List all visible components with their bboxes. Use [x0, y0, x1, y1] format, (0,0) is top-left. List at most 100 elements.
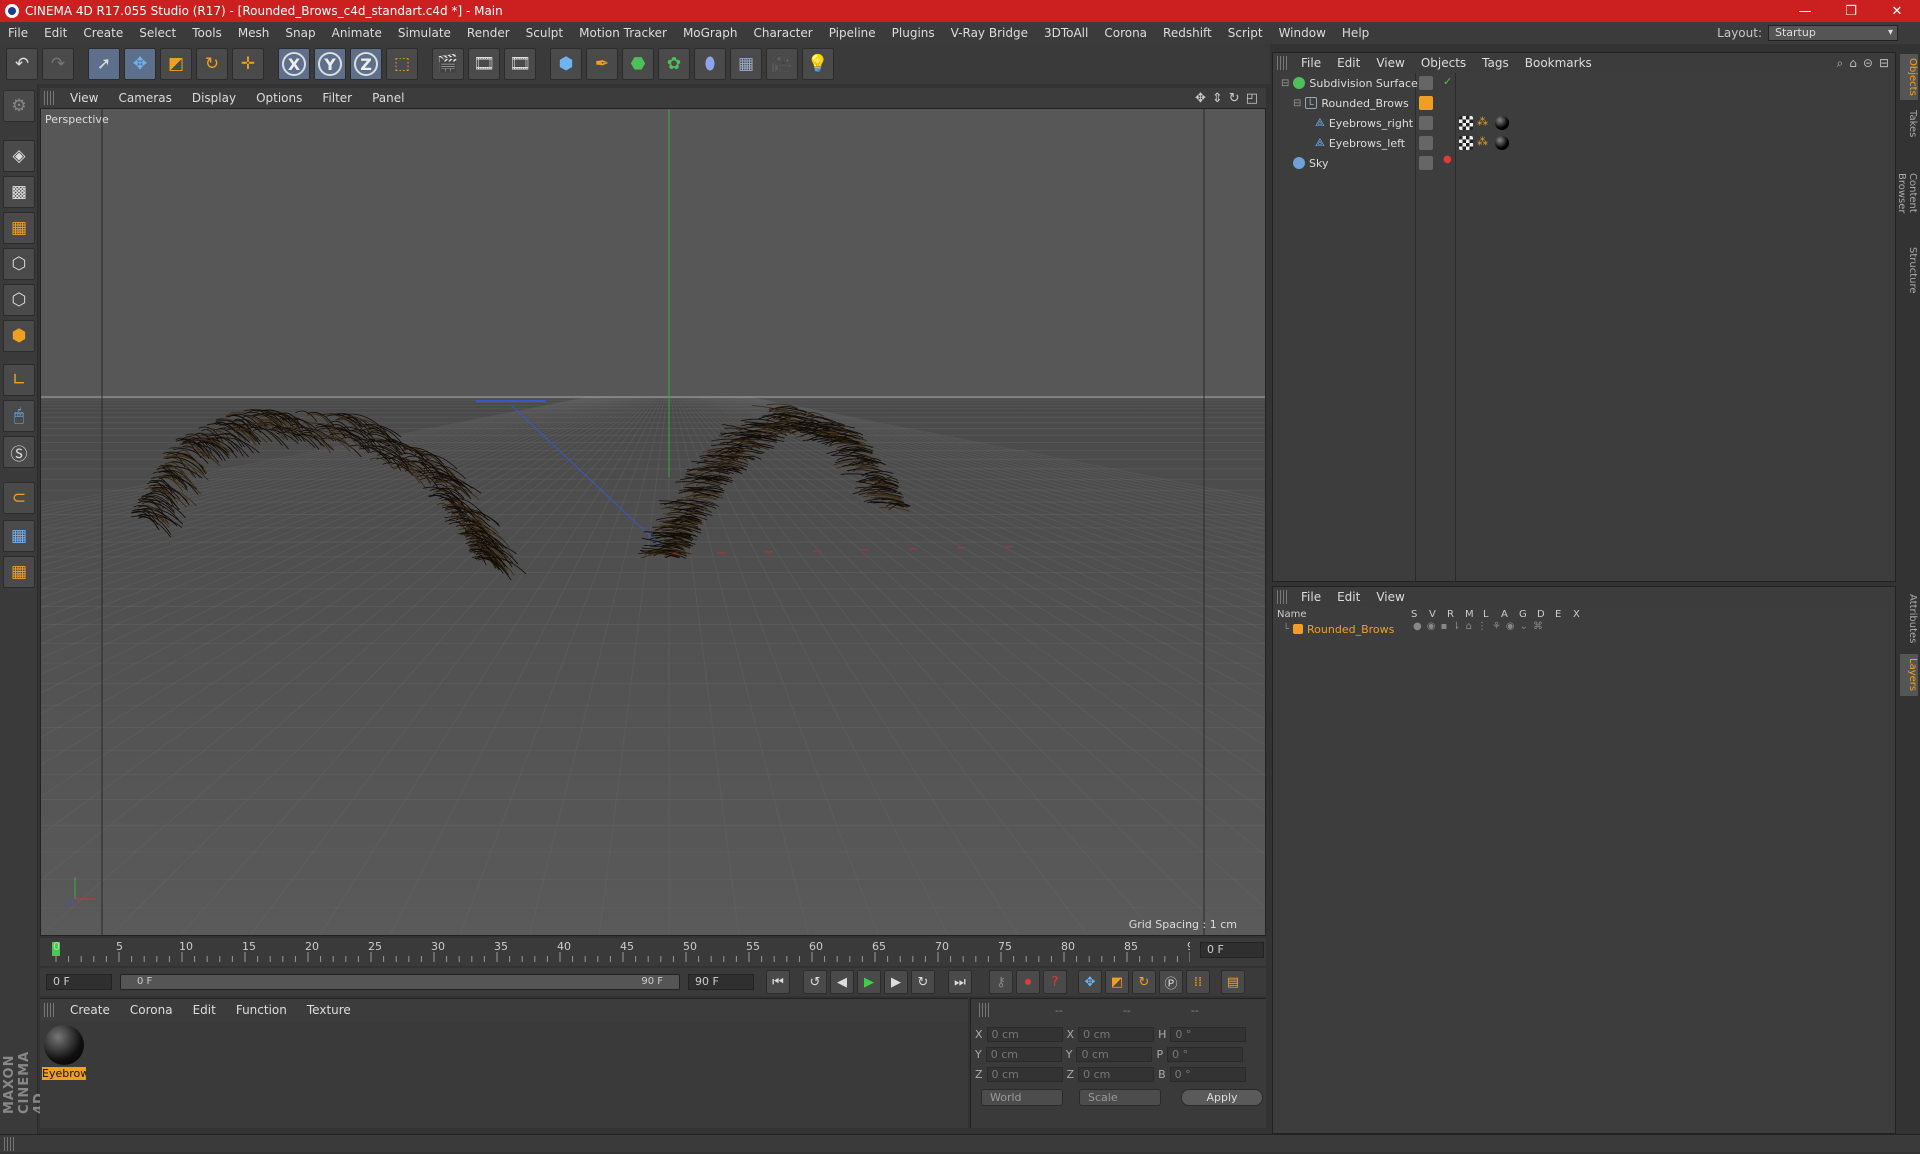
object-row-subdivision-surface[interactable]: ⊟ Subdivision Surface ✓	[1273, 73, 1895, 93]
texture-mode-button[interactable]: ▩	[3, 176, 35, 208]
spline-pen-button[interactable]: ✒	[586, 48, 618, 80]
tab-attributes[interactable]: Attributes	[1900, 588, 1918, 650]
object-menu-tags[interactable]: Tags	[1474, 56, 1517, 70]
floor-button[interactable]: ▦	[730, 48, 762, 80]
link-icon[interactable]: ⊝	[1863, 56, 1873, 71]
menu-3dtoall[interactable]: 3DToAll	[1036, 26, 1096, 40]
viewport-menu-panel[interactable]: Panel	[362, 91, 414, 105]
search-icon[interactable]: ⌕	[1837, 56, 1844, 71]
layer-menu-file[interactable]: File	[1293, 590, 1329, 604]
menu-pipeline[interactable]: Pipeline	[821, 26, 884, 40]
panel-grip-icon[interactable]	[979, 1003, 991, 1017]
menu-character[interactable]: Character	[745, 26, 820, 40]
current-frame-field[interactable]: 0 F	[1200, 942, 1264, 958]
layer-toggle-icons[interactable]: ●◉▪⇂⌂⋮⚘◉⌄⌘	[1413, 621, 1548, 632]
object-row-rounded-brows[interactable]: ⊟ L Rounded_Brows	[1273, 93, 1895, 113]
model-mode-button[interactable]: ◈	[3, 140, 35, 172]
redo-button[interactable]: ↷	[42, 48, 74, 80]
apply-button[interactable]: Apply	[1181, 1089, 1263, 1106]
goto-prev-key-button[interactable]: ↺	[803, 970, 827, 994]
object-row-eyebrows-right[interactable]: ⟁ Eyebrows_right ⁂	[1273, 113, 1895, 133]
layer-visibility-icon[interactable]	[1419, 156, 1433, 170]
viewport-menu-filter[interactable]: Filter	[312, 91, 362, 105]
deformer-button[interactable]: ⬮	[694, 48, 726, 80]
tab-layers[interactable]: Layers	[1900, 654, 1918, 696]
material-tag-icon[interactable]	[1495, 136, 1509, 150]
menu-motion-tracker[interactable]: Motion Tracker	[571, 26, 675, 40]
layer-col-solo[interactable]: S	[1411, 609, 1417, 620]
material-menu-create[interactable]: Create	[60, 1003, 120, 1017]
position-y-field[interactable]: 0 cm	[985, 1047, 1062, 1062]
menu-edit[interactable]: Edit	[36, 26, 75, 40]
polygons-mode-button[interactable]: ⬢	[3, 320, 35, 352]
menu-window[interactable]: Window	[1271, 26, 1334, 40]
record-scale-button[interactable]: ◩	[1105, 970, 1129, 994]
snapping-button[interactable]: Ⓢ	[3, 436, 35, 468]
record-rotation-button[interactable]: ↻	[1132, 970, 1156, 994]
layer-col-locked[interactable]: L	[1483, 609, 1489, 620]
start-frame-field[interactable]: 0 F	[46, 974, 112, 990]
home-icon[interactable]: ⌂	[1849, 56, 1857, 71]
panel-grip-icon[interactable]	[4, 1137, 16, 1151]
rotate-tool-button[interactable]: ↻	[196, 48, 228, 80]
x-axis-button[interactable]: X	[278, 48, 310, 80]
material-menu-corona[interactable]: Corona	[120, 1003, 183, 1017]
menu-redshift[interactable]: Redshift	[1155, 26, 1220, 40]
play-button[interactable]: ▶	[857, 970, 881, 994]
viewport-menu-cameras[interactable]: Cameras	[108, 91, 181, 105]
uvw-tag-icon[interactable]	[1459, 136, 1473, 150]
uvw-tag-icon[interactable]	[1459, 116, 1473, 130]
goto-next-key-button[interactable]: ↻	[911, 970, 935, 994]
menu-render[interactable]: Render	[459, 26, 518, 40]
tab-content-browser[interactable]: Content Browser	[1896, 148, 1918, 238]
layer-color-icon[interactable]	[1293, 624, 1304, 634]
panel-menu-icon[interactable]: ⊟	[1879, 56, 1889, 71]
menu-sculpt[interactable]: Sculpt	[518, 26, 571, 40]
menu-script[interactable]: Script	[1220, 26, 1271, 40]
goto-start-button[interactable]: ⏮	[766, 970, 790, 994]
panel-grip-icon[interactable]	[1277, 590, 1289, 604]
rotation-p-field[interactable]: 0 °	[1167, 1047, 1244, 1062]
layer-col-manager[interactable]: M	[1465, 609, 1474, 620]
select-tool-button[interactable]: ➚	[88, 48, 120, 80]
object-menu-view[interactable]: View	[1368, 56, 1412, 70]
menu-help[interactable]: Help	[1334, 26, 1377, 40]
viewport-menu-options[interactable]: Options	[246, 91, 312, 105]
position-x-field[interactable]: 0 cm	[986, 1027, 1063, 1042]
layout-select[interactable]: Startup	[1768, 25, 1898, 41]
layer-visibility-icon[interactable]	[1419, 76, 1433, 90]
workplane-mode-button[interactable]: ▦	[3, 212, 35, 244]
size-z-field[interactable]: 0 cm	[1078, 1067, 1155, 1082]
size-x-field[interactable]: 0 cm	[1078, 1027, 1155, 1042]
maximize-button[interactable]: ❐	[1828, 4, 1874, 19]
menu-animate[interactable]: Animate	[324, 26, 390, 40]
points-mode-button[interactable]: ⬡	[3, 248, 35, 280]
menu-mesh[interactable]: Mesh	[230, 26, 278, 40]
menu-mograph[interactable]: MoGraph	[675, 26, 746, 40]
layer-menu-view[interactable]: View	[1368, 590, 1412, 604]
y-axis-button[interactable]: Y	[314, 48, 346, 80]
move-tool-button[interactable]: ✥	[124, 48, 156, 80]
layer-col-expressions[interactable]: E	[1555, 609, 1561, 620]
pan-view-icon[interactable]: ✥	[1195, 91, 1206, 106]
viewport-menu-view[interactable]: View	[60, 91, 108, 105]
rotate-view-icon[interactable]: ↻	[1229, 91, 1240, 106]
size-mode-select[interactable]: Scale	[1079, 1089, 1161, 1106]
material-swatch[interactable]: Eyebrow	[42, 1025, 86, 1081]
mograph-cloner-button[interactable]: ✿	[658, 48, 690, 80]
timeline-ruler[interactable]: 0 5 10 15 20 25 30 35 40 45 50 55 60 65 70 75 80 85 90 0 F	[40, 938, 1266, 966]
menu-vray-bridge[interactable]: V-Ray Bridge	[943, 26, 1036, 40]
menu-plugins[interactable]: Plugins	[884, 26, 943, 40]
tab-objects[interactable]: Objects	[1900, 54, 1918, 100]
layer-col-view[interactable]: V	[1429, 609, 1436, 620]
object-menu-file[interactable]: File	[1293, 56, 1329, 70]
tweak-mode-button[interactable]: 🖱	[3, 400, 35, 432]
object-menu-edit[interactable]: Edit	[1329, 56, 1368, 70]
menu-create[interactable]: Create	[75, 26, 131, 40]
layer-col-animation[interactable]: A	[1501, 609, 1508, 620]
position-z-field[interactable]: 0 cm	[986, 1067, 1063, 1082]
panel-grip-icon[interactable]	[1277, 56, 1289, 70]
layer-col-xref[interactable]: X	[1573, 609, 1580, 620]
material-menu-texture[interactable]: Texture	[297, 1003, 361, 1017]
make-editable-button[interactable]: ⚙	[3, 90, 35, 122]
